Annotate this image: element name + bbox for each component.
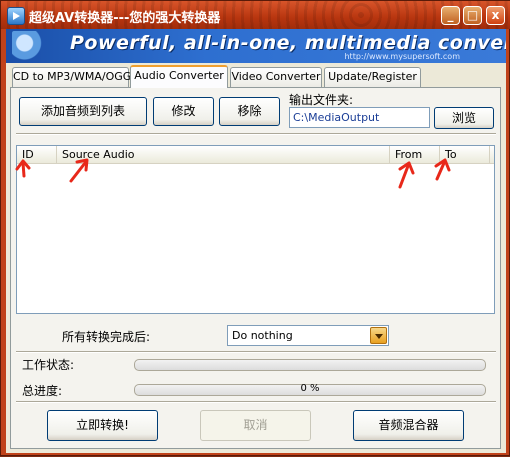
arrow-to-icon (434, 158, 451, 181)
arrow-source-audio-icon (69, 158, 89, 183)
arrow-from-icon (398, 161, 415, 189)
annotation-arrows (15, 158, 451, 189)
arrow-id-icon (15, 159, 31, 178)
app-window: 超级AV转换器---您的强大转换器 _ □ x Powerful, all-in… (0, 0, 510, 456)
